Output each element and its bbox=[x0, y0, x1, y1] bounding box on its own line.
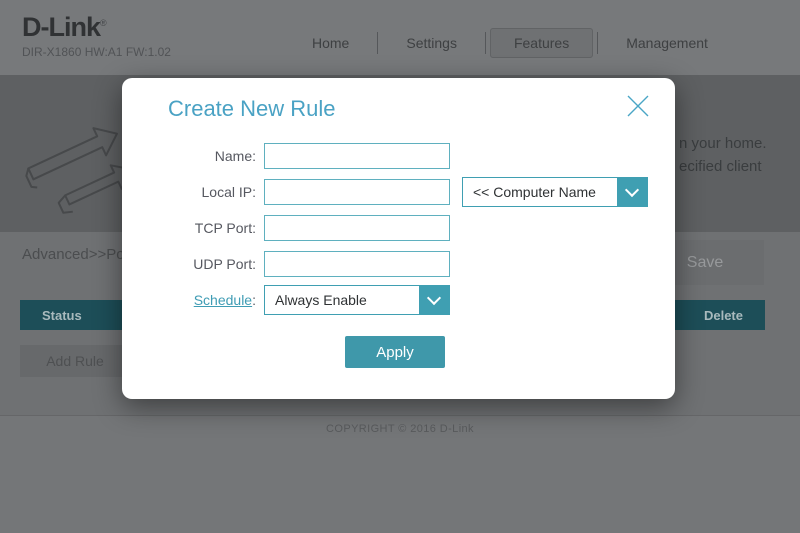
chevron-down-icon[interactable] bbox=[419, 286, 449, 314]
udp-port-label: UDP Port: bbox=[146, 256, 256, 272]
form-row-udp-port: UDP Port: bbox=[146, 249, 651, 279]
router-admin-page: D-Link® DIR-X1860 HW:A1 FW:1.02 Home Set… bbox=[0, 0, 800, 533]
hero-text-fragment: n your home. bbox=[679, 135, 767, 152]
add-rule-button[interactable]: Add Rule bbox=[20, 345, 130, 377]
nav-separator bbox=[597, 32, 598, 54]
form-row-schedule: Schedule: Always Enable bbox=[146, 285, 651, 315]
schedule-label: Schedule: bbox=[146, 292, 256, 308]
apply-button[interactable]: Apply bbox=[345, 336, 445, 368]
nav-item-home[interactable]: Home bbox=[288, 28, 373, 58]
schedule-select-value: Always Enable bbox=[265, 286, 419, 314]
nav-item-settings[interactable]: Settings bbox=[382, 28, 481, 58]
table-header-delete: Delete bbox=[704, 308, 743, 323]
hero-text-fragment: ecified client bbox=[679, 158, 762, 175]
form-row-name: Name: bbox=[146, 141, 651, 171]
logo-text: D-Link bbox=[22, 12, 100, 42]
schedule-colon: : bbox=[252, 292, 256, 308]
form-row-tcp-port: TCP Port: bbox=[146, 213, 651, 243]
dlink-logo: D-Link® bbox=[22, 12, 106, 43]
registered-mark: ® bbox=[100, 18, 106, 28]
schedule-select[interactable]: Always Enable bbox=[264, 285, 450, 315]
dialog-title: Create New Rule bbox=[168, 96, 336, 122]
top-bar: D-Link® DIR-X1860 HW:A1 FW:1.02 Home Set… bbox=[0, 0, 800, 75]
name-input[interactable] bbox=[264, 143, 450, 169]
nav-item-management[interactable]: Management bbox=[602, 28, 732, 58]
page-footer: COPYRIGHT © 2016 D-Link bbox=[0, 415, 800, 533]
close-icon bbox=[623, 91, 653, 121]
nav-separator bbox=[377, 32, 378, 54]
udp-port-input[interactable] bbox=[264, 251, 450, 277]
table-header-status: Status bbox=[42, 308, 82, 323]
schedule-link[interactable]: Schedule bbox=[194, 292, 252, 308]
local-ip-label: Local IP: bbox=[146, 184, 256, 200]
tcp-port-label: TCP Port: bbox=[146, 220, 256, 236]
create-new-rule-dialog: Create New Rule Name: Local IP: << Compu… bbox=[122, 78, 675, 399]
computer-name-select[interactable]: << Computer Name bbox=[462, 177, 648, 207]
chevron-down-icon[interactable] bbox=[617, 178, 647, 206]
local-ip-input[interactable] bbox=[264, 179, 450, 205]
copyright-text: COPYRIGHT © 2016 D-Link bbox=[0, 423, 800, 435]
device-model-label: DIR-X1860 HW:A1 FW:1.02 bbox=[22, 45, 171, 59]
tcp-port-input[interactable] bbox=[264, 215, 450, 241]
form-row-local-ip: Local IP: << Computer Name bbox=[146, 177, 651, 207]
name-label: Name: bbox=[146, 148, 256, 164]
nav-item-features[interactable]: Features bbox=[490, 28, 593, 58]
computer-name-select-value: << Computer Name bbox=[463, 178, 617, 206]
breadcrumb: Advanced>>Po bbox=[22, 246, 125, 263]
nav-separator bbox=[485, 32, 486, 54]
close-button[interactable] bbox=[623, 91, 653, 121]
main-nav: Home Settings Features Management bbox=[288, 27, 732, 58]
